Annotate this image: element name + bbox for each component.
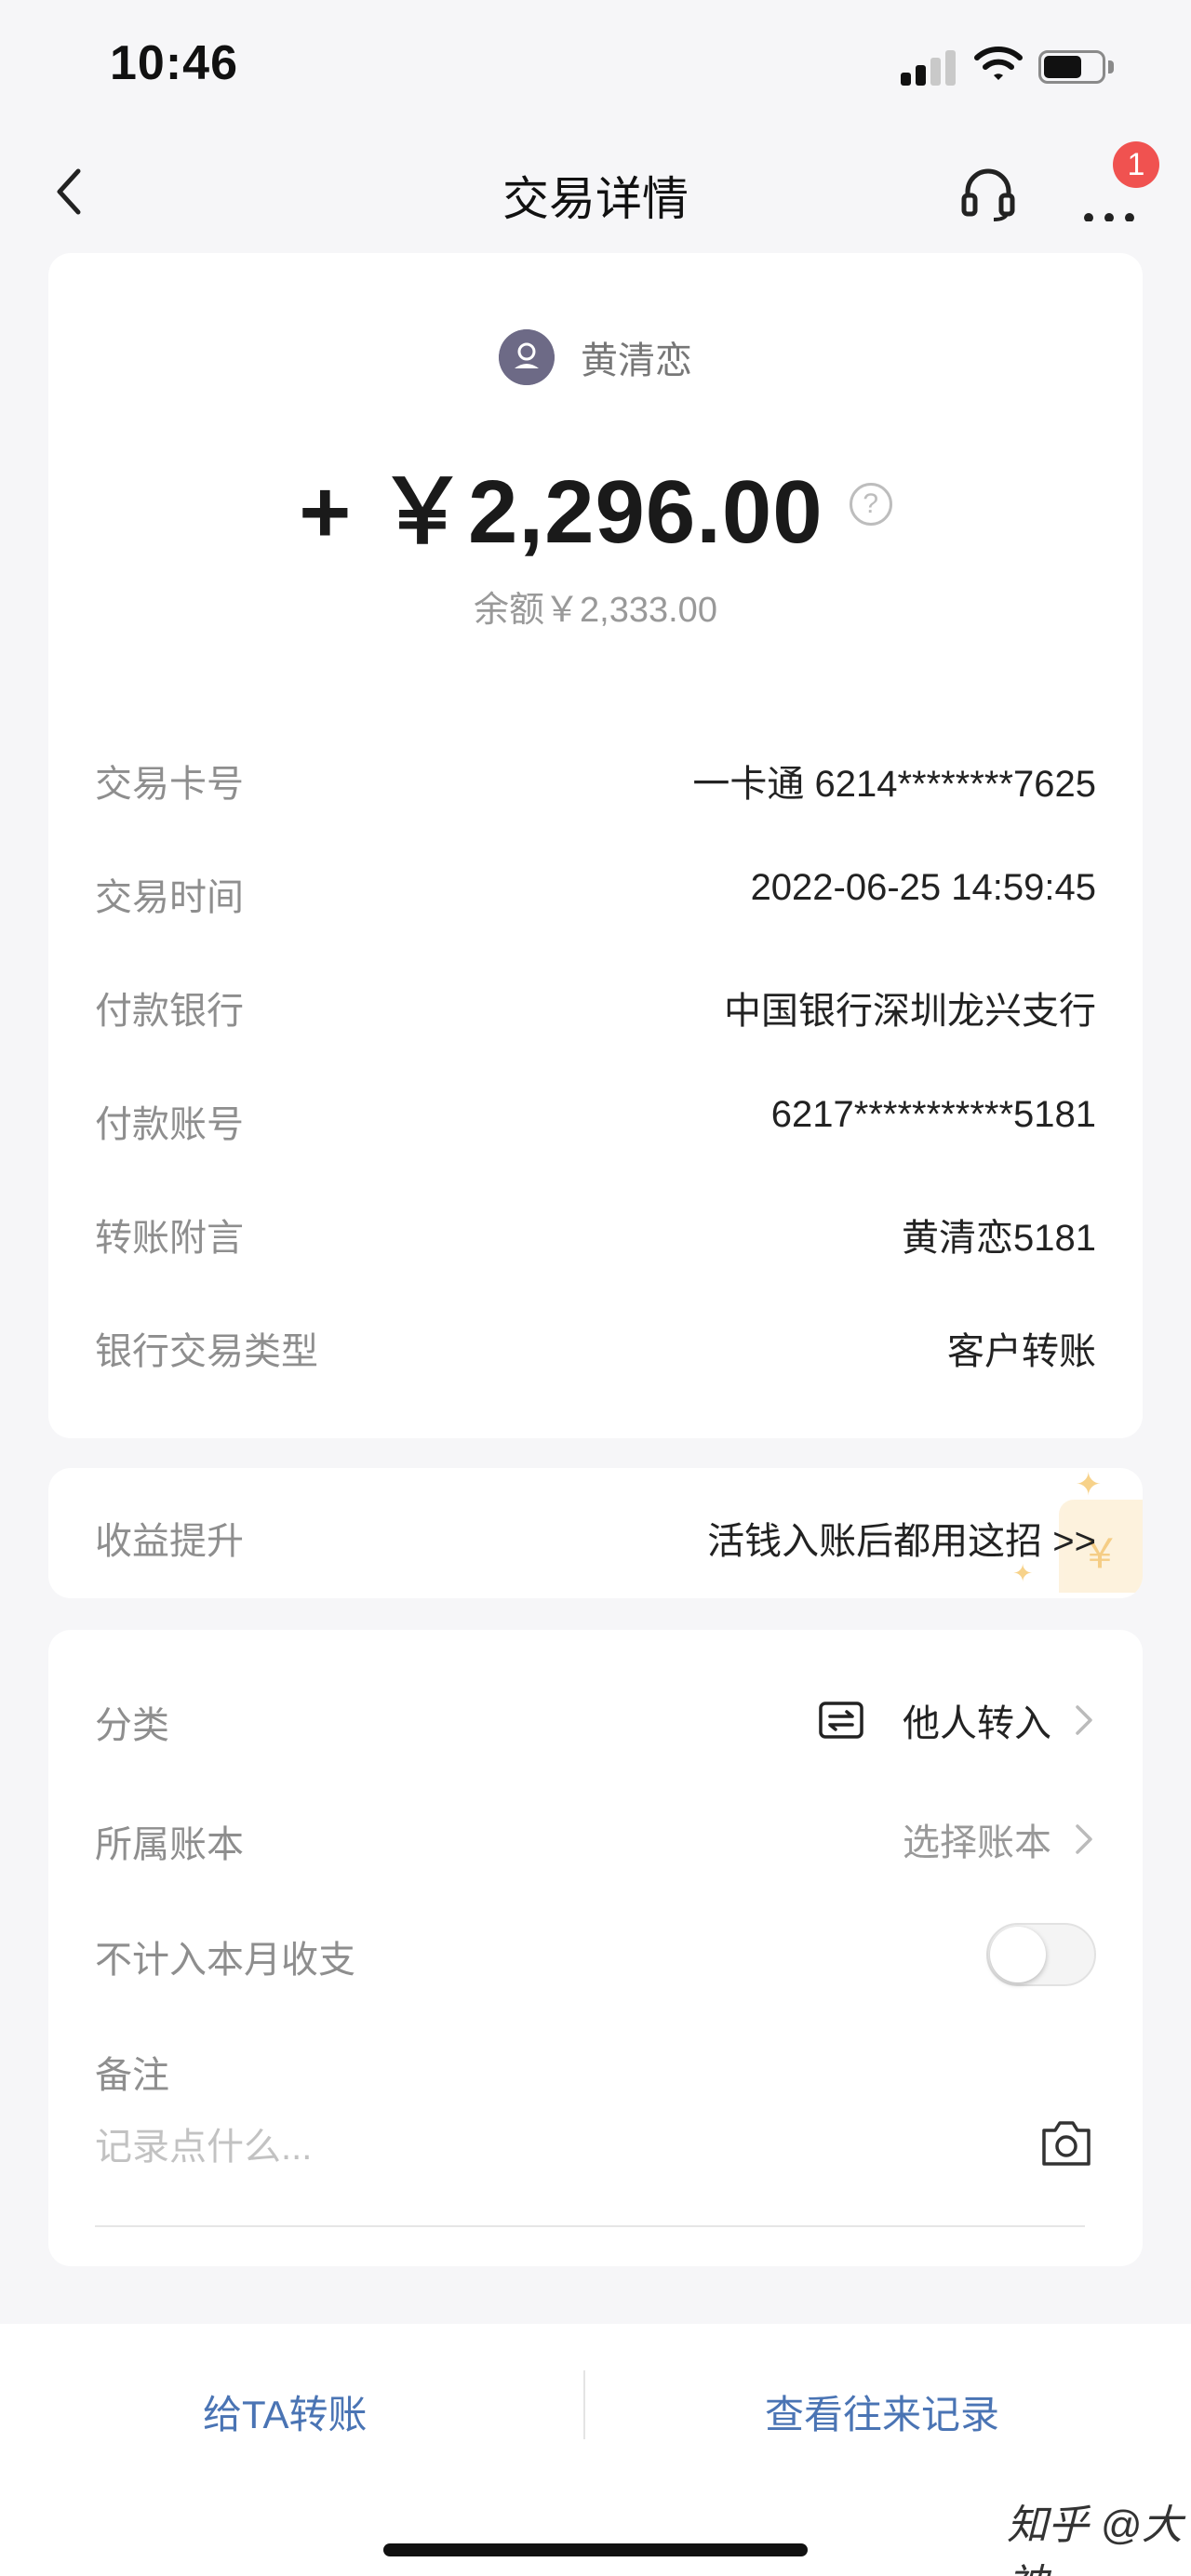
detail-value: 2022-06-25 14:59:45: [750, 867, 1096, 908]
detail-value: 一卡通 6214********7625: [692, 764, 1096, 805]
amount-row: + ￥2,296.00?: [48, 439, 1143, 568]
nav-bar: 交易详情: [0, 140, 1191, 251]
category-label: 分类: [95, 1705, 169, 1746]
home-indicator[interactable]: [383, 2543, 808, 2556]
status-bar: 10:46: [0, 0, 1191, 130]
bottom-action-bar: 给TA转账 查看往来记录 知乎 @大神: [0, 2324, 1191, 2576]
ledger-row[interactable]: 所属账本 选择账本: [95, 1807, 1096, 1872]
bookkeeping-card: 分类 他人转入 所属账本 选择账本 不计入本月收支 备注: [48, 1630, 1143, 2266]
camera-icon[interactable]: [1038, 2117, 1094, 2169]
detail-value: 客户转账: [947, 1331, 1096, 1372]
detail-row-remark: 转账附言 黄清恋5181: [95, 1208, 1096, 1263]
detail-row-card-number: 交易卡号 一卡通 6214********7625: [95, 754, 1096, 809]
detail-row-time: 交易时间 2022-06-25 14:59:45: [95, 867, 1096, 923]
detail-row-payer-bank: 付款银行 中国银行深圳龙兴支行: [95, 981, 1096, 1036]
detail-label: 交易卡号: [95, 764, 244, 805]
detail-value: 6217***********5181: [770, 1094, 1096, 1135]
detail-row-payer-account: 付款账号 6217***********5181: [95, 1094, 1096, 1150]
ledger-value: 选择账本: [903, 1822, 1051, 1863]
sparkle-icon: ✦: [1075, 1468, 1103, 1502]
category-row[interactable]: 分类 他人转入: [95, 1688, 1096, 1753]
transfer-icon: [819, 1702, 863, 1739]
detail-label: 交易时间: [95, 877, 244, 918]
exclude-month-row: 不计入本月收支: [95, 1922, 1096, 1987]
detail-value: 中国银行深圳龙兴支行: [724, 991, 1096, 1032]
detail-label: 转账附言: [95, 1218, 244, 1259]
detail-label: 付款银行: [95, 991, 244, 1032]
exclude-month-label: 不计入本月收支: [95, 1940, 355, 1981]
wifi-icon: [974, 47, 1023, 80]
battery-icon: [1038, 50, 1115, 84]
note-underline: [95, 2225, 1085, 2227]
detail-label: 银行交易类型: [95, 1331, 318, 1372]
promo-label: 收益提升: [95, 1521, 244, 1562]
detail-label: 付款账号: [95, 1104, 244, 1145]
exclude-month-toggle[interactable]: [986, 1923, 1096, 1986]
detail-row-transaction-type: 银行交易类型 客户转账: [95, 1321, 1096, 1377]
note-label-row: 备注: [95, 2037, 1096, 2102]
balance-text: 余额￥2,333.00: [474, 591, 717, 630]
help-icon[interactable]: ?: [849, 482, 892, 526]
note-label: 备注: [95, 2055, 169, 2096]
ledger-label: 所属账本: [95, 1824, 244, 1865]
divider: [583, 2370, 585, 2439]
payer-row: 黄清恋: [48, 329, 1143, 389]
category-value: 他人转入: [903, 1703, 1051, 1744]
payer-name: 黄清恋: [581, 340, 692, 381]
promo-card[interactable]: ￥ ✦ ✦ 收益提升 活钱入账后都用这招 >>: [48, 1468, 1143, 1598]
view-history-button[interactable]: 查看往来记录: [765, 2383, 999, 2440]
cellular-signal-icon: [901, 48, 958, 86]
transfer-to-payer-button[interactable]: 给TA转账: [203, 2383, 368, 2440]
detail-value: 黄清恋5181: [902, 1218, 1096, 1259]
chevron-right-icon: [1076, 1705, 1092, 1735]
headset-icon[interactable]: [958, 164, 1018, 223]
note-input[interactable]: [95, 2119, 988, 2175]
chevron-right-icon: [1076, 1824, 1092, 1854]
transaction-amount: + ￥2,296.00: [299, 462, 823, 562]
notification-badge: 1: [1113, 141, 1159, 188]
avatar-icon: [499, 329, 555, 385]
transaction-card: 黄清恋 + ￥2,296.00? 余额￥2,333.00 交易卡号 一卡通 62…: [48, 253, 1143, 1438]
watermark: 知乎 @大神: [1007, 2503, 1183, 2576]
status-time: 10:46: [110, 36, 238, 90]
promo-link[interactable]: 活钱入账后都用这招 >>: [707, 1511, 1096, 1565]
